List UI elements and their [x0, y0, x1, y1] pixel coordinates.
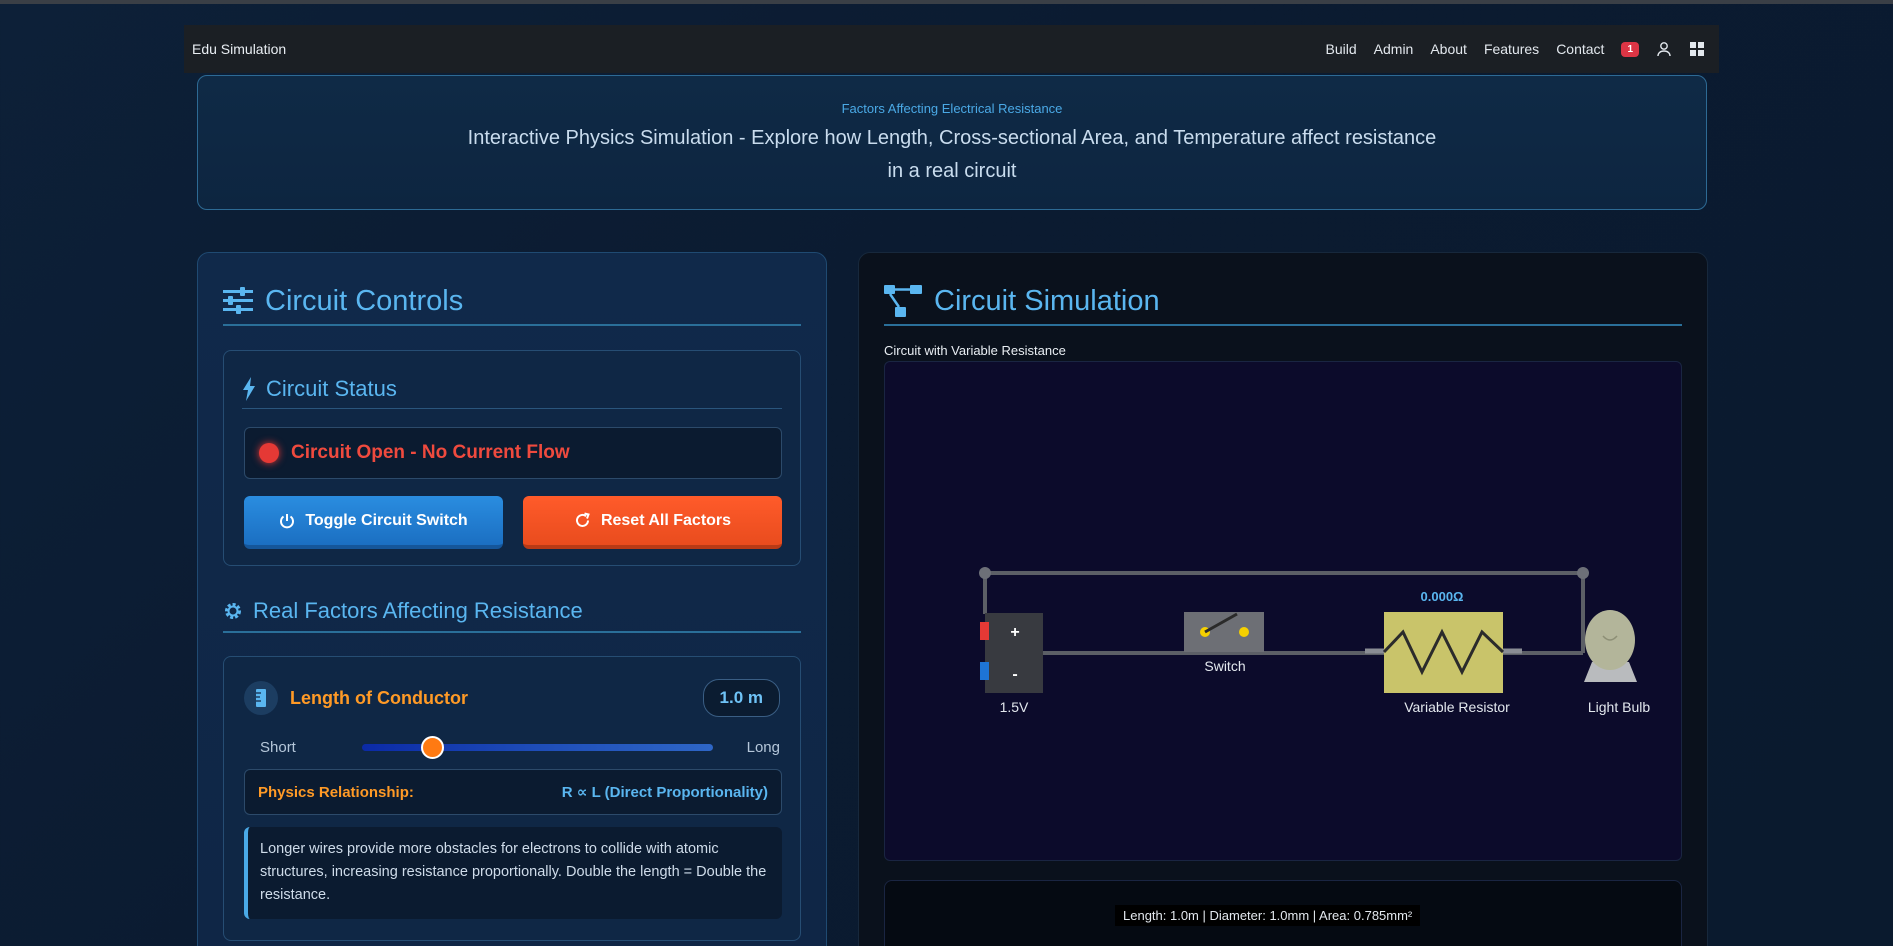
- nav-contact[interactable]: Contact: [1556, 41, 1604, 57]
- hero-description: Interactive Physics Simulation - Explore…: [198, 122, 1706, 188]
- battery[interactable]: + -: [980, 613, 1043, 693]
- slider-max-label: Long: [746, 738, 780, 756]
- hero-banner: Factors Affecting Electrical Resistance …: [197, 75, 1707, 210]
- brand-link[interactable]: Edu Simulation: [192, 41, 286, 57]
- ruler-icon: [244, 681, 278, 715]
- battery-plus: +: [1010, 624, 1019, 641]
- nav-about[interactable]: About: [1430, 41, 1467, 57]
- circuit-switch[interactable]: [1184, 612, 1264, 652]
- relationship-label: Physics Relationship:: [258, 783, 414, 801]
- variable-resistor[interactable]: [1365, 612, 1522, 693]
- notification-badge[interactable]: 1: [1621, 41, 1639, 57]
- simulation-header: Circuit Simulation: [884, 278, 1682, 326]
- controls-title: Circuit Controls: [265, 284, 464, 317]
- toggle-switch-label: Toggle Circuit Switch: [305, 511, 468, 529]
- resistor-label: Variable Resistor: [1404, 699, 1510, 715]
- length-slider-thumb[interactable]: [421, 735, 444, 759]
- circuit-canvas: + - 1.5V Switch 0.000Ω Variable Resistor: [884, 361, 1682, 861]
- hero-description-line1: Interactive Physics Simulation - Explore…: [467, 127, 1437, 149]
- user-icon[interactable]: [1656, 41, 1672, 57]
- slider-min-label: Short: [260, 738, 296, 756]
- navbar: Edu Simulation Build Admin About Feature…: [184, 25, 1719, 73]
- bolt-icon: [243, 376, 255, 401]
- physics-relationship: Physics Relationship: R ∝ L (Direct Prop…: [244, 769, 782, 815]
- circuit-diagram: + - 1.5V Switch 0.000Ω Variable Resistor: [979, 567, 1650, 715]
- length-explanation: Longer wires provide more obstacles for …: [244, 827, 782, 919]
- wire-node: [979, 567, 991, 579]
- status-text: Circuit Open - No Current Flow: [291, 442, 570, 463]
- status-indicator: Circuit Open - No Current Flow: [244, 427, 782, 479]
- nav-build[interactable]: Build: [1326, 41, 1357, 57]
- length-factor-header: Length of Conductor 1.0 m: [244, 679, 780, 717]
- switch-label: Switch: [1204, 658, 1245, 674]
- gear-icon: [225, 603, 241, 619]
- light-bulb[interactable]: [1584, 610, 1637, 682]
- copper-wire-visualization: Copper Wire Visualization Length: 1.0m |…: [884, 880, 1682, 946]
- nav-admin[interactable]: Admin: [1374, 41, 1414, 57]
- redo-icon: [575, 512, 590, 527]
- length-slider-row: Short Long: [260, 735, 780, 759]
- relationship-value: R ∝ L (Direct Proportionality): [561, 784, 768, 801]
- nav-links: Build Admin About Features Contact 1: [1326, 41, 1711, 57]
- length-factor-name: Length of Conductor: [290, 687, 468, 708]
- circuit-status-card: Circuit Status Circuit Open - No Current…: [223, 350, 801, 566]
- battery-minus: -: [1012, 666, 1017, 683]
- factors-title: Real Factors Affecting Resistance: [253, 598, 583, 623]
- circuit-simulation-panel: Circuit Simulation Circuit with Variable…: [858, 252, 1708, 946]
- controls-header: Circuit Controls: [223, 278, 801, 326]
- circuit-controls-panel: Circuit Controls Circuit Status Circuit …: [197, 252, 827, 946]
- reset-factors-button[interactable]: Reset All Factors: [523, 496, 782, 549]
- hero-description-line2: in a real circuit: [887, 160, 1017, 182]
- bulb-label: Light Bulb: [1588, 699, 1650, 715]
- grid-icon[interactable]: [1689, 41, 1705, 57]
- simulation-title: Circuit Simulation: [934, 284, 1160, 317]
- project-diagram-icon: [884, 285, 922, 317]
- browser-top-edge: [0, 0, 1893, 4]
- power-icon: [280, 513, 295, 528]
- nav-features[interactable]: Features: [1484, 41, 1539, 57]
- length-value-badge: 1.0 m: [702, 679, 780, 717]
- toggle-switch-button[interactable]: Toggle Circuit Switch: [244, 496, 503, 549]
- wire-info-tooltip: Length: 1.0m | Diameter: 1.0mm | Area: 0…: [1115, 905, 1421, 926]
- status-title: Circuit Status: [266, 375, 397, 401]
- length-factor-card: Length of Conductor 1.0 m Short Long Phy…: [223, 656, 801, 941]
- length-slider[interactable]: [361, 735, 713, 759]
- wire-node: [1577, 567, 1589, 579]
- hero-subtitle: Factors Affecting Electrical Resistance: [841, 101, 1063, 116]
- reset-factors-label: Reset All Factors: [600, 511, 732, 529]
- status-dot: [259, 443, 279, 463]
- sliders-icon: [223, 287, 253, 314]
- battery-label: 1.5V: [1000, 699, 1029, 715]
- status-header: Circuit Status: [242, 369, 782, 409]
- factors-header: Real Factors Affecting Resistance: [223, 591, 801, 633]
- resistor-value: 0.000Ω: [1421, 589, 1464, 604]
- circuit-caption: Circuit with Variable Resistance: [884, 343, 1066, 358]
